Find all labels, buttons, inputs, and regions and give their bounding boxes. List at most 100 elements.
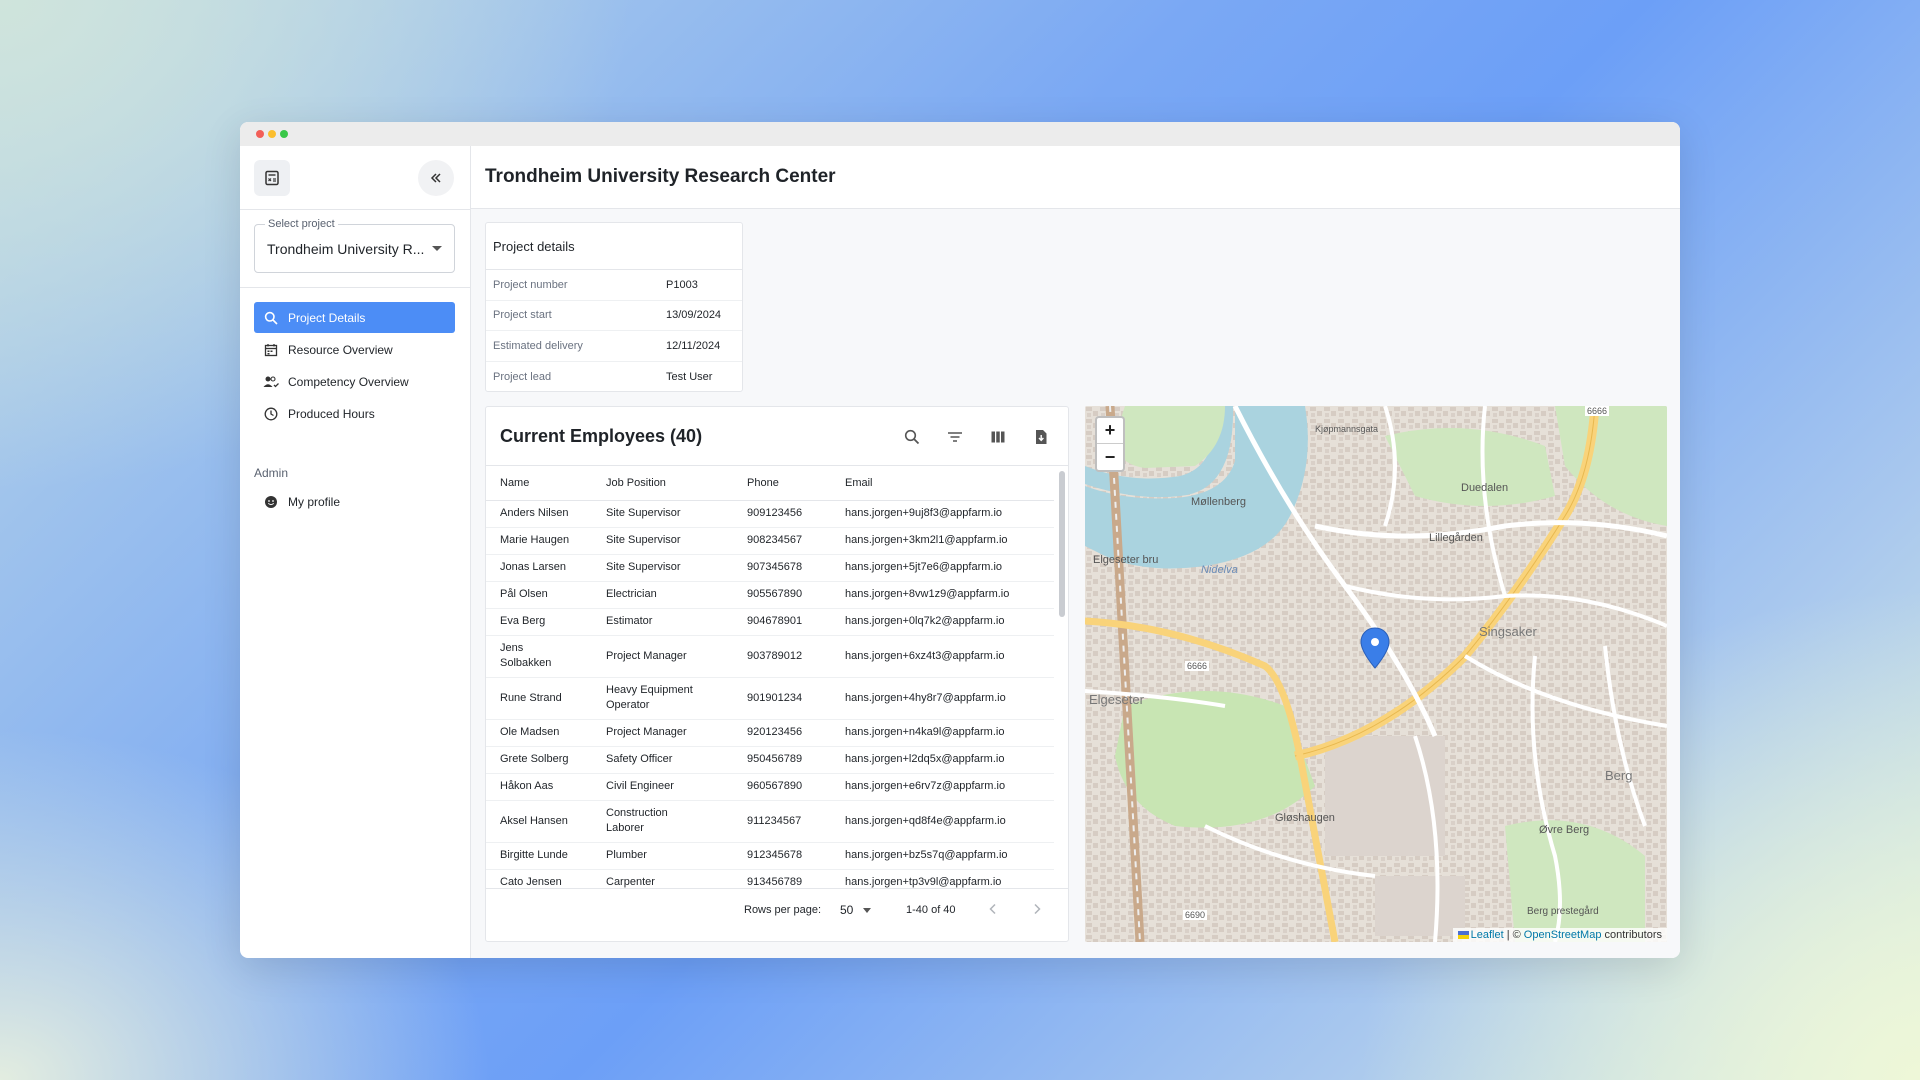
scrollbar-thumb[interactable] — [1059, 471, 1065, 617]
table-row[interactable]: Anders Nilsen Site Supervisor 909123456 … — [486, 500, 1054, 528]
table-scrollbar[interactable] — [1058, 471, 1066, 881]
column-header-name[interactable]: Name — [486, 466, 606, 501]
page-header: Trondheim University Research Center — [471, 146, 1680, 209]
details-value: 12/11/2024 — [666, 339, 721, 352]
table-row[interactable]: Jens Solbakken Project Manager 903789012… — [486, 635, 1054, 678]
filter-button[interactable] — [943, 425, 967, 449]
cell-email: hans.jorgen+4hy8r7@appfarm.io — [845, 677, 1054, 720]
table-row[interactable]: Grete Solberg Safety Officer 950456789 h… — [486, 746, 1054, 774]
cell-name: Rune Strand — [486, 677, 606, 720]
caret-down-icon — [432, 246, 442, 251]
export-button[interactable] — [1029, 425, 1053, 449]
cell-job-position: Safety Officer — [606, 746, 747, 774]
rows-per-page-select[interactable]: 50 — [840, 903, 872, 917]
cell-job-position: Civil Engineer — [606, 773, 747, 801]
campus-building — [1325, 736, 1445, 856]
cell-email: hans.jorgen+5jt7e6@appfarm.io — [845, 554, 1054, 582]
minimize-window-dot[interactable] — [268, 130, 276, 138]
column-header-job-position[interactable]: Job Position — [606, 466, 747, 501]
clock-icon — [263, 406, 279, 422]
road-number-label: 6666 — [1185, 661, 1210, 671]
smiley-icon — [263, 494, 279, 510]
table-row[interactable]: Ole Madsen Project Manager 920123456 han… — [486, 719, 1054, 747]
cell-name: Eva Berg — [486, 608, 606, 636]
map-label: Lillegården — [1429, 532, 1483, 544]
table-row[interactable]: Birgitte Lunde Plumber 912345678 hans.jo… — [486, 842, 1054, 870]
details-key: Project start — [493, 309, 552, 322]
collapse-sidebar-button[interactable] — [418, 160, 454, 196]
sidebar-item-label: Project Details — [288, 310, 366, 325]
cell-phone: 913456789 — [747, 869, 845, 888]
ukraine-flag-icon — [1457, 931, 1469, 940]
sidebar-item-label: Competency Overview — [288, 374, 409, 389]
double-chevron-left-icon — [430, 173, 441, 183]
card-divider — [486, 888, 1068, 889]
map-label: Øvre Berg — [1539, 824, 1590, 836]
table-row[interactable]: Eva Berg Estimator 904678901 hans.jorgen… — [486, 608, 1054, 636]
chevron-left-icon — [989, 903, 996, 915]
sidebar-divider — [240, 287, 470, 288]
project-select[interactable]: Select project Trondheim University R... — [254, 218, 455, 273]
cell-name: Håkon Aas — [486, 773, 606, 801]
leaflet-link[interactable]: Leaflet — [1471, 929, 1504, 941]
next-page-button[interactable] — [1026, 898, 1048, 920]
sidebar-item-competency-overview[interactable]: Competency Overview — [254, 366, 455, 397]
cell-email: hans.jorgen+6xz4t3@appfarm.io — [845, 635, 1054, 678]
cell-job-position: Project Manager — [606, 719, 747, 747]
cell-email: hans.jorgen+9uj8f3@appfarm.io — [845, 500, 1054, 528]
cell-email: hans.jorgen+0lq7k2@appfarm.io — [845, 608, 1054, 636]
sidebar-item-produced-hours[interactable]: Produced Hours — [254, 398, 455, 429]
cell-phone: 909123456 — [747, 500, 845, 528]
column-header-phone[interactable]: Phone — [747, 466, 845, 501]
cell-name: Ole Madsen — [486, 719, 606, 747]
attribution-suffix: contributors — [1604, 929, 1662, 941]
cell-phone: 904678901 — [747, 608, 845, 636]
close-window-dot[interactable] — [256, 130, 264, 138]
attribution-separator: | © — [1506, 929, 1521, 941]
map-tiles[interactable] — [1085, 406, 1667, 942]
sidebar: Select project Trondheim University R...… — [240, 146, 471, 958]
table-row[interactable]: Håkon Aas Civil Engineer 960567890 hans.… — [486, 773, 1054, 801]
table-row[interactable]: Cato Jensen Carpenter 913456789 hans.jor… — [486, 869, 1054, 888]
park-south — [1115, 691, 1315, 828]
project-select-label: Select project — [265, 218, 338, 230]
table-row[interactable]: Rune Strand Heavy Equipment Operator 901… — [486, 677, 1054, 720]
map-label: Berg prestegård — [1527, 906, 1599, 917]
search-button[interactable] — [900, 425, 924, 449]
page-title: Trondheim University Research Center — [485, 166, 836, 187]
map-attribution: Leaflet | © OpenStreetMap contributors — [1452, 928, 1667, 942]
openstreetmap-link[interactable]: OpenStreetMap — [1524, 929, 1602, 941]
sidebar-item-my-profile[interactable]: My profile — [254, 486, 455, 517]
table-row[interactable]: Aksel Hansen Construction Laborer 911234… — [486, 800, 1054, 843]
employees-table: Name Job Position Phone Email Anders Nil… — [486, 466, 1054, 888]
sidebar-item-project-details[interactable]: Project Details — [254, 302, 455, 333]
cell-job-position: Project Manager — [606, 635, 747, 678]
column-header-email[interactable]: Email — [845, 466, 1054, 501]
zoom-in-button[interactable]: + — [1097, 418, 1123, 444]
campus-building — [1375, 876, 1465, 936]
columns-button[interactable] — [986, 425, 1010, 449]
rows-per-page-label: Rows per page: — [744, 904, 822, 916]
maximize-window-dot[interactable] — [280, 130, 288, 138]
cell-phone: 901901234 — [747, 677, 845, 720]
zoom-out-button[interactable]: − — [1097, 444, 1123, 470]
map-label: Elgeseter — [1089, 692, 1144, 707]
cell-job-position: Heavy Equipment Operator — [606, 677, 747, 720]
sidebar-divider — [240, 209, 470, 210]
table-row[interactable]: Jonas Larsen Site Supervisor 907345678 h… — [486, 554, 1054, 582]
cell-job-position: Site Supervisor — [606, 527, 747, 555]
sidebar-item-resource-overview[interactable]: Resource Overview — [254, 334, 455, 365]
cell-email: hans.jorgen+bz5s7q@appfarm.io — [845, 842, 1054, 870]
cell-email: hans.jorgen+qd8f4e@appfarm.io — [845, 800, 1054, 843]
admin-section-label: Admin — [254, 466, 289, 480]
cell-job-position: Carpenter — [606, 869, 747, 888]
map-view[interactable]: Elgeseter bru Singsaker Elgeseter Berg G… — [1085, 406, 1667, 942]
app-logo-button[interactable] — [254, 160, 290, 196]
table-row[interactable]: Pål Olsen Electrician 905567890 hans.jor… — [486, 581, 1054, 609]
previous-page-button[interactable] — [982, 898, 1004, 920]
cell-job-position: Electrician — [606, 581, 747, 609]
details-value: P1003 — [666, 278, 698, 291]
table-row[interactable]: Marie Haugen Site Supervisor 908234567 h… — [486, 527, 1054, 555]
calendar-icon — [263, 342, 279, 358]
map-label: Kjøpmannsgata — [1315, 424, 1379, 434]
